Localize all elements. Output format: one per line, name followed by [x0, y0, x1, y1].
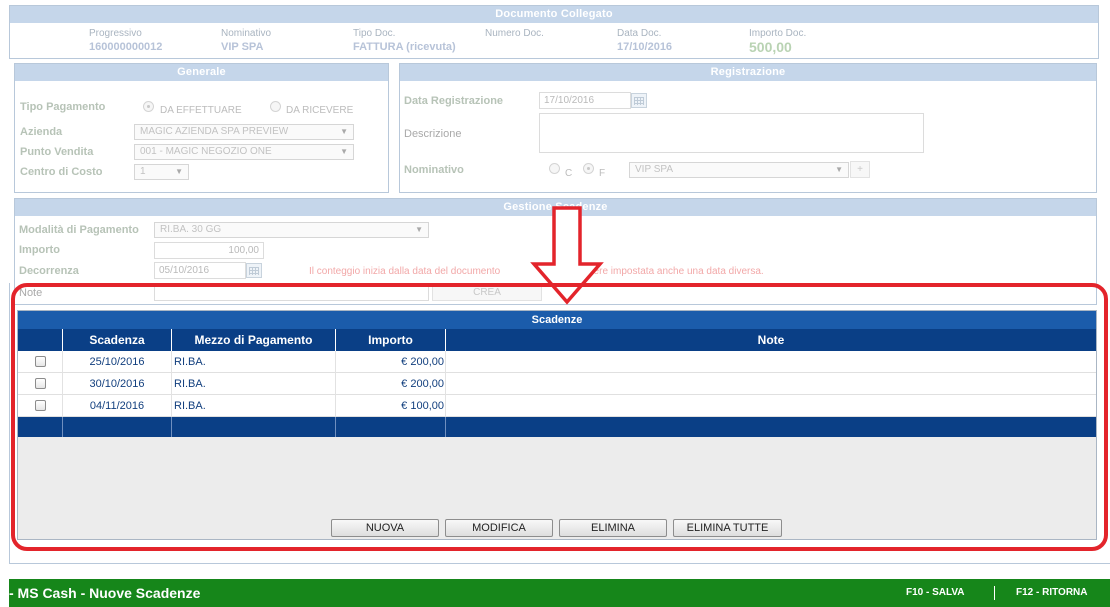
- column-scadenza[interactable]: Scadenza: [63, 329, 172, 351]
- elimina-button[interactable]: ELIMINA: [559, 519, 667, 537]
- cell-mezzo: RI.BA.: [172, 373, 336, 395]
- table-row[interactable]: 25/10/2016 RI.BA. € 200,00: [18, 351, 1096, 373]
- centro-costo-select[interactable]: 1 ▼: [134, 164, 189, 180]
- radio-da-ricevere-label: DA RICEVERE: [286, 105, 354, 116]
- documento-collegato-title: Documento Collegato: [10, 6, 1098, 23]
- chevron-down-icon: ▼: [175, 167, 183, 176]
- column-checkbox: [18, 329, 63, 351]
- cell-mezzo: RI.BA.: [172, 351, 336, 373]
- descrizione-textarea[interactable]: [539, 113, 924, 153]
- nominativo-label: Nominativo: [404, 164, 464, 176]
- documento-collegato-panel: Documento Collegato Progressivo 16000000…: [9, 5, 1099, 59]
- cell-scadenza: 30/10/2016: [63, 373, 172, 395]
- footer-separator: [994, 586, 995, 600]
- radio-c[interactable]: [549, 163, 560, 174]
- note-input[interactable]: [154, 284, 429, 301]
- tipo-pagamento-label: Tipo Pagamento: [20, 101, 106, 113]
- cell-importo: € 200,00: [336, 373, 446, 395]
- content-frame-bottom: [9, 563, 1110, 564]
- radio-f[interactable]: [583, 163, 594, 174]
- cell-importo: € 100,00: [336, 395, 446, 417]
- content-frame-left: [9, 283, 10, 564]
- nominativo-select[interactable]: VIP SPA ▼: [629, 162, 849, 178]
- doc-field-numero-doc: Numero Doc.: [485, 28, 544, 39]
- registrazione-panel: Registrazione Data Registrazione 17/10/2…: [399, 63, 1097, 193]
- chevron-down-icon: ▼: [415, 225, 423, 234]
- cell-importo: € 200,00: [336, 351, 446, 373]
- decorrenza-input[interactable]: 05/10/2016: [154, 262, 246, 279]
- cell-mezzo: RI.BA.: [172, 395, 336, 417]
- table-footer-row: [18, 417, 1096, 437]
- doc-field-nominativo: Nominativo VIP SPA: [221, 28, 272, 53]
- descrizione-label: Descrizione: [404, 128, 462, 140]
- chevron-down-icon: ▼: [340, 147, 348, 156]
- data-registrazione-label: Data Registrazione: [404, 95, 504, 107]
- column-importo[interactable]: Importo: [336, 329, 446, 351]
- radio-da-ricevere[interactable]: [270, 101, 281, 112]
- generale-title: Generale: [15, 64, 388, 81]
- cell-scadenza: 25/10/2016: [63, 351, 172, 373]
- decorrenza-label: Decorrenza: [19, 265, 79, 277]
- column-mezzo-pagamento[interactable]: Mezzo di Pagamento: [172, 329, 336, 351]
- cell-note: [446, 373, 1096, 395]
- cell-note: [446, 395, 1096, 417]
- note-label: Note: [19, 287, 43, 299]
- footer-bar: - MS Cash - Nuove Scadenze F10 - SALVA F…: [9, 579, 1110, 607]
- radio-f-label: F: [599, 168, 606, 179]
- elimina-tutte-button[interactable]: ELIMINA TUTTE: [673, 519, 782, 537]
- table-row[interactable]: 30/10/2016 RI.BA. € 200,00: [18, 373, 1096, 395]
- chevron-down-icon: ▼: [340, 127, 348, 136]
- doc-field-tipo-doc: Tipo Doc. FATTURA (ricevuta): [353, 28, 456, 53]
- radio-da-effettuare[interactable]: [143, 101, 154, 112]
- registrazione-title: Registrazione: [400, 64, 1096, 81]
- calendar-icon[interactable]: [631, 93, 647, 108]
- table-row[interactable]: 04/11/2016 RI.BA. € 100,00: [18, 395, 1096, 417]
- cell-scadenza: 04/11/2016: [63, 395, 172, 417]
- app-title: - MS Cash - Nuove Scadenze: [9, 585, 201, 601]
- column-note[interactable]: Note: [446, 329, 1096, 351]
- doc-field-importo-doc: Importo Doc. 500,00: [749, 28, 807, 55]
- modalita-pagamento-select[interactable]: RI.BA. 30 GG ▼: [154, 222, 429, 238]
- radio-da-effettuare-label: DA EFFETTUARE: [160, 105, 242, 116]
- nuova-button[interactable]: NUOVA: [331, 519, 439, 537]
- modalita-pagamento-label: Modalità di Pagamento: [19, 224, 139, 236]
- scadenze-grid: Scadenze Scadenza Mezzo di Pagamento Imp…: [17, 310, 1097, 540]
- salva-shortcut[interactable]: F10 - SALVA: [906, 579, 965, 607]
- doc-field-progressivo: Progressivo 160000000012: [89, 28, 163, 53]
- data-registrazione-input[interactable]: 17/10/2016: [539, 92, 631, 109]
- cell-note: [446, 351, 1096, 373]
- scadenze-title: Scadenze: [18, 311, 1096, 329]
- add-nominativo-button[interactable]: +: [850, 161, 870, 178]
- decorrenza-warning-text: Il conteggio inizia dalla data del docum…: [309, 266, 501, 277]
- importo-input[interactable]: 100,00: [154, 242, 264, 259]
- generale-panel: Generale Tipo Pagamento DA EFFETTUARE DA…: [14, 63, 389, 193]
- modifica-button[interactable]: MODIFICA: [445, 519, 553, 537]
- centro-costo-label: Centro di Costo: [20, 166, 103, 178]
- arrow-down-icon: [530, 206, 604, 305]
- calendar-icon[interactable]: [246, 263, 262, 278]
- azienda-label: Azienda: [20, 126, 63, 138]
- ritorna-shortcut[interactable]: F12 - RITORNA: [1016, 579, 1088, 607]
- doc-field-data-doc: Data Doc. 17/10/2016: [617, 28, 673, 53]
- chevron-down-icon: ▼: [835, 165, 843, 174]
- importo-label: Importo: [19, 244, 60, 256]
- scadenze-column-header: Scadenza Mezzo di Pagamento Importo Note: [18, 329, 1096, 351]
- azienda-select[interactable]: MAGIC AZIENDA SPA PREVIEW ▼: [134, 124, 354, 140]
- punto-vendita-select[interactable]: 001 - MAGIC NEGOZIO ONE ▼: [134, 144, 354, 160]
- radio-c-label: C: [565, 168, 573, 179]
- punto-vendita-label: Punto Vendita: [20, 146, 94, 158]
